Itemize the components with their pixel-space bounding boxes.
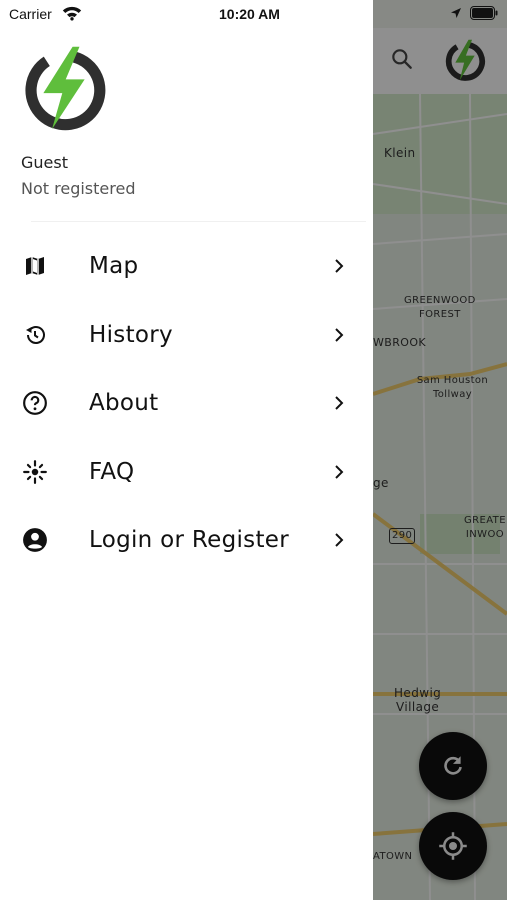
help-circle-icon [22, 390, 48, 416]
status-time: 10:20 AM [219, 6, 280, 22]
menu-item-label: FAQ [89, 458, 135, 485]
chevron-right-icon [335, 533, 344, 547]
chevron-right-icon [335, 259, 344, 273]
status-indicators [450, 6, 498, 20]
chevron-right-icon [335, 328, 344, 342]
registration-status: Not registered [21, 179, 136, 198]
drawer-menu: Map History About FAQ Login or Register [0, 232, 373, 575]
navigation-drawer: Guest Not registered Map History About F… [0, 0, 373, 900]
menu-item-about[interactable]: About [0, 369, 373, 438]
menu-item-login[interactable]: Login or Register [0, 506, 373, 575]
sparkle-icon [22, 459, 48, 485]
menu-item-faq[interactable]: FAQ [0, 438, 373, 507]
history-icon [22, 322, 48, 348]
menu-item-history[interactable]: History [0, 301, 373, 370]
map-icon [22, 253, 48, 279]
menu-item-label: Map [89, 253, 139, 280]
location-arrow-icon [451, 8, 461, 18]
menu-item-label: About [89, 390, 159, 417]
carrier-label: Carrier [9, 6, 52, 22]
chevron-right-icon [335, 396, 344, 410]
chevron-right-icon [335, 465, 344, 479]
app-logo-icon [25, 46, 106, 131]
menu-item-label: Login or Register [89, 527, 289, 554]
battery-icon [470, 6, 498, 20]
user-name: Guest [21, 153, 68, 172]
account-circle-icon [22, 527, 48, 553]
menu-item-map[interactable]: Map [0, 232, 373, 301]
status-bar: Carrier 10:20 AM [0, 0, 507, 28]
menu-item-label: History [89, 321, 173, 348]
divider [31, 221, 366, 222]
wifi-icon [62, 6, 82, 21]
